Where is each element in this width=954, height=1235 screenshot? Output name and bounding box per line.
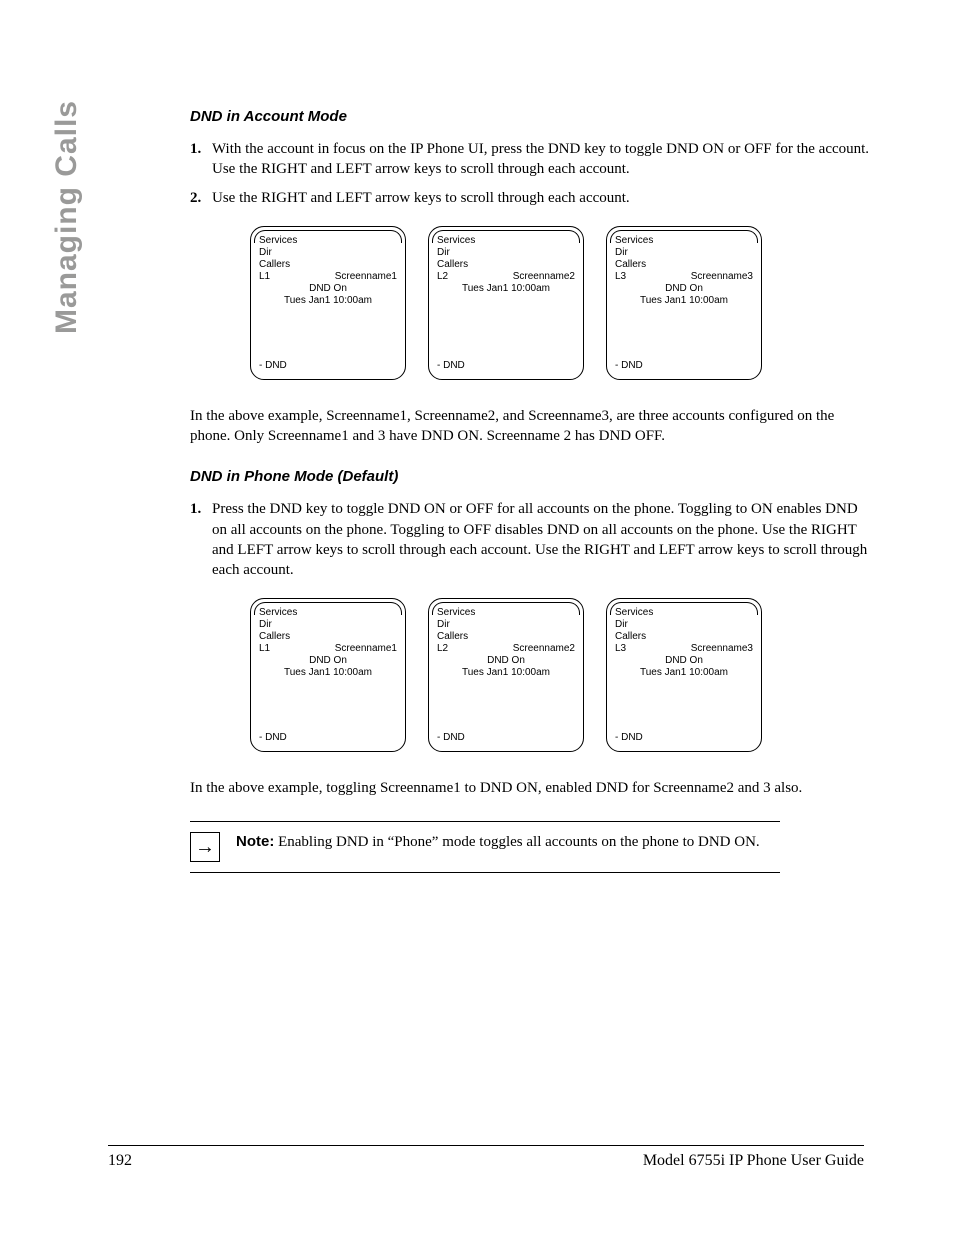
screen-dir: Dir [259, 247, 397, 258]
section2-step-1: 1. Press the DND key to toggle DND ON or… [190, 499, 870, 580]
phone-screen: Services Dir Callers L1 Screenname1 DND … [250, 226, 406, 380]
phone-screen: Services Dir Callers L2 Screenname2 DND … [428, 598, 584, 752]
screen-name: Screenname3 [691, 271, 753, 282]
screen-status: DND On [615, 655, 753, 666]
screen-time: Tues Jan1 10:00am [615, 667, 753, 678]
screen-dir: Dir [259, 619, 397, 630]
side-tab: Managing Calls [50, 100, 84, 334]
screen-callers: Callers [437, 631, 575, 642]
section1-caption: In the above example, Screenname1, Scree… [190, 406, 870, 447]
step-text: Use the RIGHT and LEFT arrow keys to scr… [212, 188, 870, 208]
section1-heading: DND in Account Mode [190, 108, 870, 125]
section1-screens: Services Dir Callers L1 Screenname1 DND … [250, 226, 870, 380]
screen-dir: Dir [615, 619, 753, 630]
screen-name: Screenname1 [335, 643, 397, 654]
screen-status: DND On [259, 655, 397, 666]
screen-dir: Dir [437, 619, 575, 630]
screen-services: Services [259, 607, 397, 618]
phone-screen: Services Dir Callers L3 Screenname3 DND … [606, 598, 762, 752]
screen-callers: Callers [437, 259, 575, 270]
screen-dnd: - DND [615, 732, 643, 743]
note-body: Enabling DND in “Phone” mode toggles all… [274, 834, 759, 850]
screen-services: Services [615, 607, 753, 618]
step-number: 1. [190, 499, 212, 580]
screen-services: Services [437, 235, 575, 246]
screen-line: L3 [615, 271, 626, 282]
screen-dnd: - DND [437, 732, 465, 743]
screen-status: DND On [259, 283, 397, 294]
step-number: 2. [190, 188, 212, 208]
screen-line: L3 [615, 643, 626, 654]
screen-name: Screenname2 [513, 271, 575, 282]
screen-line: L2 [437, 271, 448, 282]
step-number: 1. [190, 139, 212, 180]
screen-time: Tues Jan1 10:00am [615, 295, 753, 306]
note-label: Note: [236, 833, 274, 850]
screen-line: L2 [437, 643, 448, 654]
screen-name: Screenname2 [513, 643, 575, 654]
screen-status: DND On [615, 283, 753, 294]
screen-time: Tues Jan1 10:00am [259, 295, 397, 306]
arrow-right-icon: → [190, 832, 220, 862]
phone-screen: Services Dir Callers L2 Screenname2 Tues… [428, 226, 584, 380]
section2-heading: DND in Phone Mode (Default) [190, 468, 870, 485]
screen-time: Tues Jan1 10:00am [437, 283, 575, 294]
screen-dnd: - DND [259, 732, 287, 743]
note-text: Note: Enabling DND in “Phone” mode toggl… [236, 832, 780, 862]
screen-callers: Callers [259, 259, 397, 270]
page-footer: 192 Model 6755i IP Phone User Guide [108, 1145, 864, 1170]
screen-line: L1 [259, 643, 270, 654]
screen-time: Tues Jan1 10:00am [259, 667, 397, 678]
screen-line: L1 [259, 271, 270, 282]
screen-name: Screenname3 [691, 643, 753, 654]
note-block: → Note: Enabling DND in “Phone” mode tog… [190, 821, 780, 873]
screen-services: Services [615, 235, 753, 246]
screen-dnd: - DND [615, 360, 643, 371]
screen-callers: Callers [259, 631, 397, 642]
screen-dir: Dir [615, 247, 753, 258]
screen-name: Screenname1 [335, 271, 397, 282]
screen-dnd: - DND [437, 360, 465, 371]
screen-status: DND On [437, 655, 575, 666]
step-text: With the account in focus on the IP Phon… [212, 139, 870, 180]
phone-screen: Services Dir Callers L1 Screenname1 DND … [250, 598, 406, 752]
guide-title: Model 6755i IP Phone User Guide [643, 1152, 864, 1170]
screen-services: Services [437, 607, 575, 618]
screen-dir: Dir [437, 247, 575, 258]
screen-dnd: - DND [259, 360, 287, 371]
screen-callers: Callers [615, 631, 753, 642]
page-content: DND in Account Mode 1. With the account … [190, 108, 870, 873]
screen-services: Services [259, 235, 397, 246]
section1-step-1: 1. With the account in focus on the IP P… [190, 139, 870, 180]
screen-time: Tues Jan1 10:00am [437, 667, 575, 678]
section2-caption: In the above example, toggling Screennam… [190, 778, 870, 798]
phone-screen: Services Dir Callers L3 Screenname3 DND … [606, 226, 762, 380]
step-text: Press the DND key to toggle DND ON or OF… [212, 499, 870, 580]
section1-step-2: 2. Use the RIGHT and LEFT arrow keys to … [190, 188, 870, 208]
section2-screens: Services Dir Callers L1 Screenname1 DND … [250, 598, 870, 752]
screen-callers: Callers [615, 259, 753, 270]
page-number: 192 [108, 1152, 132, 1170]
